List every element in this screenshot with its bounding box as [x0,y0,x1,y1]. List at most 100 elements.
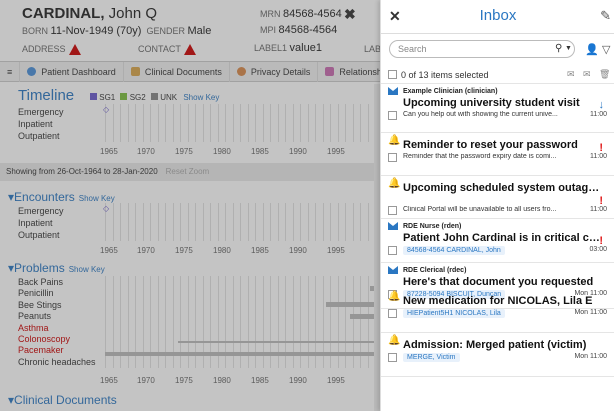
timeline-row-outpatient: Outpatient [18,131,60,141]
compose-icon[interactable]: ✎ [600,8,611,24]
message-checkbox[interactable] [388,153,397,162]
clinical-documents-title[interactable]: ▾Clinical Documents [8,393,117,407]
patient-tag[interactable]: HIEPatient5H1 NICOLAS, Lila [403,309,505,318]
grid-line [330,104,331,142]
grid-line [367,104,369,142]
grid-line [112,203,114,241]
menu-icon[interactable]: ≡ [0,61,21,82]
timeline-show-key-link[interactable]: Show Key [183,93,219,102]
message-checkbox[interactable] [388,309,397,318]
address-field[interactable]: ADDRESS [22,44,81,56]
user-filter-icon[interactable]: 👤 [585,43,599,56]
encounters-row-emergency: Emergency [18,206,64,216]
grid-line [240,203,241,241]
year-tick-label: 1970 [137,376,155,385]
message-checkbox[interactable] [388,353,397,362]
search-icon[interactable]: ⚲ [555,43,562,54]
message-subject: New medication for NICOLAS, Lila E [403,295,593,307]
reset-zoom-button[interactable]: Reset Zoom [166,167,210,176]
grid-line [165,203,166,241]
problems-title[interactable]: ▾Problems Show Key [8,261,105,275]
patient-tag[interactable]: MERGE, Victim [403,353,460,362]
problem-row-label: Asthma [18,322,49,333]
encounters-show-key-link[interactable]: Show Key [79,194,115,203]
grid-line [255,104,256,142]
tab-privacy-details[interactable]: Privacy Details [230,61,319,82]
patient-tabs: ≡ Patient Dashboard Clinical Documents P… [0,61,390,82]
envelope-icon [388,266,398,276]
mark-unread-icon[interactable]: ✉ [583,69,591,80]
grid-line [120,104,121,142]
year-tick-label: 1985 [251,246,269,255]
bell-icon: 🔔 [388,335,401,346]
relationship-icon [325,67,335,76]
grid-line [285,203,286,241]
inbox-message[interactable]: Example Clinician (clinician) Upcoming un… [381,84,614,133]
delete-icon[interactable]: 🗑 [599,69,610,80]
grid-line [247,203,249,241]
warning-icon [68,44,81,56]
patient-surname: CARDINAL [22,5,101,22]
search-input[interactable]: Search [389,40,575,58]
grid-line [187,104,189,142]
filter-icon[interactable]: ▽ [602,43,610,56]
contact-field[interactable]: CONTACT [138,44,196,56]
tab-patient-dashboard[interactable]: Patient Dashboard [20,61,124,82]
message-checkbox[interactable] [388,111,397,120]
year-tick-label: 1995 [327,246,345,255]
message-preview: Can you help out with showing the curren… [403,111,558,118]
problems-show-key-link[interactable]: Show Key [69,265,105,274]
problem-row-label: Peanuts [18,311,52,322]
grid-line [277,203,279,241]
date-range-text: Showing from 26-Oct-1964 to 28-Jan-2020 [6,167,158,176]
mark-read-icon[interactable]: ✉ [567,69,575,80]
grid-line [187,203,189,241]
select-all-checkbox[interactable] [388,70,397,79]
born-field: BORN 11-Nov-1949 (70y) GENDER Male [22,25,212,37]
year-tick-label: 1990 [289,147,307,156]
grid-line [202,203,204,241]
tab-clinical-documents[interactable]: Clinical Documents [124,61,230,82]
inbox-message[interactable]: 🔔 Reminder to reset your password Reminder… [381,133,614,176]
grid-line [292,203,294,241]
patient-tag[interactable]: 84568-4564 CARDINAL, John [403,246,505,255]
grid-line [307,104,309,142]
message-preview: Reminder that the password expiry date i… [403,153,557,160]
chevron-down-icon[interactable]: ▼ [565,45,572,52]
year-tick-label: 1990 [289,246,307,255]
grid-line [262,104,264,142]
grid-line [337,104,339,142]
message-checkbox[interactable] [388,246,397,255]
grid-line [330,203,331,241]
message-time: 11:00 [590,153,607,160]
grid-line [270,203,271,241]
grid-line [277,104,279,142]
year-tick-label: 1990 [289,376,307,385]
grid-line [180,203,181,241]
grid-line [165,104,166,142]
encounters-title[interactable]: ▾Encounters Show Key [8,190,115,204]
message-checkbox[interactable] [388,206,397,215]
grid-line [345,203,346,241]
message-preview: Clinical Portal will be unavailable to a… [403,206,557,213]
inbox-message[interactable]: 🔔 Admission: Merged patient (victim) MERGE… [381,333,614,377]
document-icon [130,67,140,76]
grid-line [255,203,256,241]
inbox-message[interactable]: RDE Nurse (rden) Patient John Cardinal is… [381,219,614,263]
grid-line [315,203,316,241]
inbox-message[interactable]: 🔔Upcoming scheduled system outage in 2 d… [381,176,614,219]
patient-banner: CARDINAL, John Q BORN 11-Nov-1949 (70y) … [0,0,381,62]
grid-line [210,203,211,241]
close-patient-icon[interactable]: ✖ [344,6,356,23]
grid-line [225,104,226,142]
grid-line [367,203,369,241]
grid-line [352,203,354,241]
inbox-message[interactable]: 🔔 New medication for NICOLAS, Lila E HIEPa… [381,289,614,333]
grid-line [150,104,151,142]
grid-line [270,104,271,142]
grid-line [352,104,354,142]
message-time: 03:00 [589,246,607,253]
label1-field: LABEL1 value1 [254,42,322,54]
message-subject: Reminder to reset your password [403,139,578,151]
selection-count: 0 of 13 items selected [401,70,489,80]
